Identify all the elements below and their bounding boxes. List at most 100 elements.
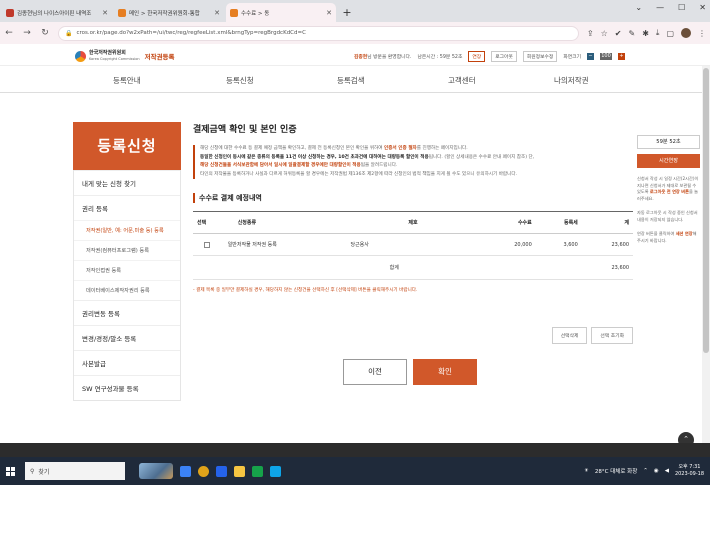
cell-total: 23,600	[581, 233, 633, 257]
global-nav: 등록안내 등록신청 등록검색 고객센터 나의저작권	[0, 66, 710, 93]
taskbar-clock[interactable]: 오후 7:31 2023-09-18	[675, 464, 704, 478]
site-utility-bar: 한국저작권위원회 Korea Copyright Commission 저작권등…	[0, 44, 710, 66]
extension-icon[interactable]: ✔	[615, 29, 622, 38]
extension-icons: ⇪ ☆ ✔ ✎ ✱ ⤓ ▢ ⋮	[587, 28, 706, 38]
minimize-button[interactable]: —	[656, 3, 664, 12]
forward-icon[interactable]: →	[22, 28, 32, 38]
windows-start-icon[interactable]	[6, 466, 15, 476]
gnb-item-guide[interactable]: 등록안내	[113, 75, 141, 86]
side-nav-item[interactable]: 권리 등록	[74, 195, 180, 220]
cell-title: 당근용사	[346, 233, 480, 257]
edit-profile-button[interactable]: 회원정보수정	[522, 51, 558, 62]
side-nav-subitem[interactable]: 저작권(컴퓨터프로그램) 등록	[74, 240, 180, 260]
gnb-item-apply[interactable]: 등록신청	[226, 75, 254, 86]
side-nav-item[interactable]: 변경/경정/말소 등록	[74, 325, 180, 350]
delete-selected-button[interactable]: 선택삭제	[551, 327, 588, 344]
browser-toolbar: ← → ↻ 🔒 cros.or.kr/page.do?w2xPath=/ui/t…	[0, 22, 710, 44]
intro-line2a: 동일한 신청인이 동시에 같은 종류의 등록을 11건 이상 신청하는 경우, …	[200, 154, 429, 160]
fee-table: 선택 신청종류 제호 수수료 등록세 계 일반저작물 저작권 등록 당근용사 2…	[193, 211, 633, 281]
reset-selection-button[interactable]: 선택 초기화	[591, 327, 633, 344]
page-title: 결제금액 확인 및 본인 인증	[193, 125, 297, 135]
user-name: 김종현	[353, 55, 368, 60]
gnb-item-support[interactable]: 고객센터	[448, 75, 476, 86]
page-scrollbar[interactable]	[702, 66, 710, 443]
col-type: 신청종류	[223, 211, 347, 235]
tab-favicon-icon	[230, 8, 238, 17]
chrome-icon[interactable]	[198, 465, 209, 477]
address-bar[interactable]: 🔒 cros.or.kr/page.do?w2xPath=/ui/twc/reg…	[58, 25, 579, 41]
share-icon[interactable]: ⇪	[587, 29, 594, 38]
pen-icon[interactable]: ✎	[628, 29, 635, 38]
session-extend-button[interactable]: 연장	[468, 51, 486, 62]
table-header-row: 선택 신청종류 제호 수수료 등록세 계	[193, 211, 633, 235]
weather-text[interactable]: 28°C 대체로 화창	[595, 467, 637, 475]
taskbar-search[interactable]: ⚲ 찾기	[25, 462, 125, 480]
puzzle-icon[interactable]: ✱	[642, 29, 649, 38]
side-nav-subitem[interactable]: 저작인접권 등록	[74, 260, 180, 280]
scrollbar-thumb[interactable]	[703, 68, 709, 353]
logo-mark-icon	[75, 50, 86, 62]
intro-line2b: 됩니다. (할인 상세내용은 수수료 안내 페이지 참조) 단,	[428, 154, 535, 160]
intro-text: 해당 신청에 대한 수수료 등 결제 예정 금액을 확인하고, 결제 전 등록신…	[193, 145, 633, 180]
edge-icon[interactable]	[216, 465, 227, 477]
zoom-label: 화면크기	[563, 55, 581, 60]
gnb-item-search[interactable]: 등록검색	[337, 75, 365, 86]
zoom-in-button[interactable]: +	[618, 53, 625, 60]
search-highlight-image	[139, 463, 173, 479]
cell-fee: 20,000	[479, 233, 536, 257]
col-title: 제호	[346, 211, 480, 235]
row-checkbox[interactable]	[203, 241, 210, 248]
star-icon[interactable]: ☆	[601, 29, 608, 38]
clock-date: 2023-09-18	[674, 471, 704, 477]
system-tray: ☀ 28°C 대체로 화창 ⌃ ◉ ◀ 오후 7:31 2023-09-18	[584, 457, 704, 485]
side-nav-item[interactable]: 권리변동 등록	[74, 300, 180, 325]
sidepanel-icon[interactable]: ▢	[666, 29, 674, 38]
session-help-1: 신청서 작성 시 일정 시간(2시간)이 지나면 신청서가 제대로 보관될 수 …	[637, 176, 700, 202]
session-time: 남은시간 : 59분 52초	[417, 55, 463, 60]
session-help-3a: 연장 버튼을 클릭하여	[637, 231, 675, 236]
close-window-button[interactable]: ✕	[699, 3, 706, 12]
tab-close-icon[interactable]: ✕	[326, 9, 332, 17]
new-tab-button[interactable]: +	[338, 3, 356, 22]
app-icon[interactable]	[270, 465, 281, 477]
menu-icon[interactable]: ⋮	[698, 29, 706, 38]
tab-close-icon[interactable]: ✕	[102, 9, 108, 17]
task-view-icon[interactable]	[180, 465, 191, 477]
side-nav-item[interactable]: 사본발급	[74, 350, 180, 375]
browser-tab-1[interactable]: 김종현님의 나이스아이핀 내역조 ✕	[2, 3, 112, 22]
network-icon[interactable]: ◉	[654, 468, 659, 474]
side-nav-subitem-active[interactable]: 저작권(일반, 예: 어문,미술 등) 등록	[74, 220, 180, 240]
col-tax: 등록세	[535, 211, 582, 235]
explorer-icon[interactable]	[234, 465, 245, 477]
gnb-item-mycopyright[interactable]: 나의저작권	[554, 75, 589, 86]
time-extend-button[interactable]: 시간연장	[637, 154, 700, 168]
volume-icon[interactable]: ◀	[665, 468, 669, 474]
row-checkbox-cell	[193, 233, 224, 257]
reload-icon[interactable]: ↻	[40, 28, 50, 38]
side-nav-subitem[interactable]: 데이터베이스제작자권리 등록	[74, 280, 180, 300]
browser-tab-3-active[interactable]: 수수료 > 동 ✕	[226, 3, 336, 22]
download-icon[interactable]: ⤓	[656, 28, 660, 38]
section-title: 수수료 결제 예정내역	[193, 193, 633, 204]
browser-tab-2[interactable]: 메인 > 한국저작권위원회-통합 ✕	[114, 3, 224, 22]
sum-total: 23,600	[581, 255, 633, 281]
side-nav-item[interactable]: 내게 맞는 신청 찾기	[74, 170, 180, 195]
tray-chevron-icon[interactable]: ⌃	[643, 468, 648, 474]
site-logo[interactable]: 한국저작권위원회 Korea Copyright Commission 저작권등…	[75, 50, 175, 62]
session-timer: 59분 52초	[637, 135, 700, 149]
prev-button[interactable]: 이전	[343, 359, 407, 385]
session-widget: 59분 52초 시간연장 신청서 작성 시 일정 시간(2시간)이 지나면 신청…	[637, 135, 700, 244]
logout-button[interactable]: 로그아웃	[491, 51, 517, 62]
search-icon: ⚲	[30, 467, 35, 475]
confirm-button[interactable]: 확인	[413, 359, 477, 385]
tab-close-icon[interactable]: ✕	[214, 9, 220, 17]
lock-icon: 🔒	[65, 29, 73, 37]
store-icon[interactable]	[252, 465, 263, 477]
maximize-button[interactable]: ☐	[678, 3, 685, 12]
side-nav-title: 등록신청	[73, 122, 181, 170]
profile-avatar[interactable]	[681, 28, 691, 38]
zoom-out-button[interactable]: −	[587, 53, 594, 60]
side-nav-item[interactable]: SW 연구성과물 등록	[74, 375, 180, 400]
back-icon[interactable]: ←	[4, 28, 14, 38]
tab-search-icon[interactable]: ⌄	[635, 3, 642, 12]
